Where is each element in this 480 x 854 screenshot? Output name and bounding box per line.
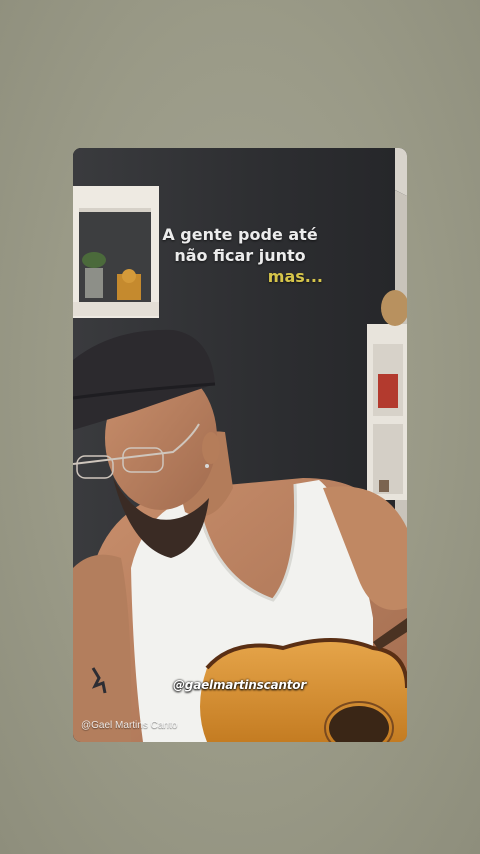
mention-sticker[interactable]: @gaelmartinscantor xyxy=(173,678,306,692)
lyric-line-3: mas... xyxy=(267,267,323,286)
lyric-caption: A gente pode até não ficar junto mas... xyxy=(73,224,407,287)
story-video-card[interactable]: A gente pode até não ficar junto mas... … xyxy=(73,148,407,742)
lyric-line-2: não ficar junto xyxy=(174,246,306,265)
lyric-line-1: A gente pode até xyxy=(162,225,318,244)
video-watermark: @Gael Martins Canto xyxy=(81,720,178,731)
